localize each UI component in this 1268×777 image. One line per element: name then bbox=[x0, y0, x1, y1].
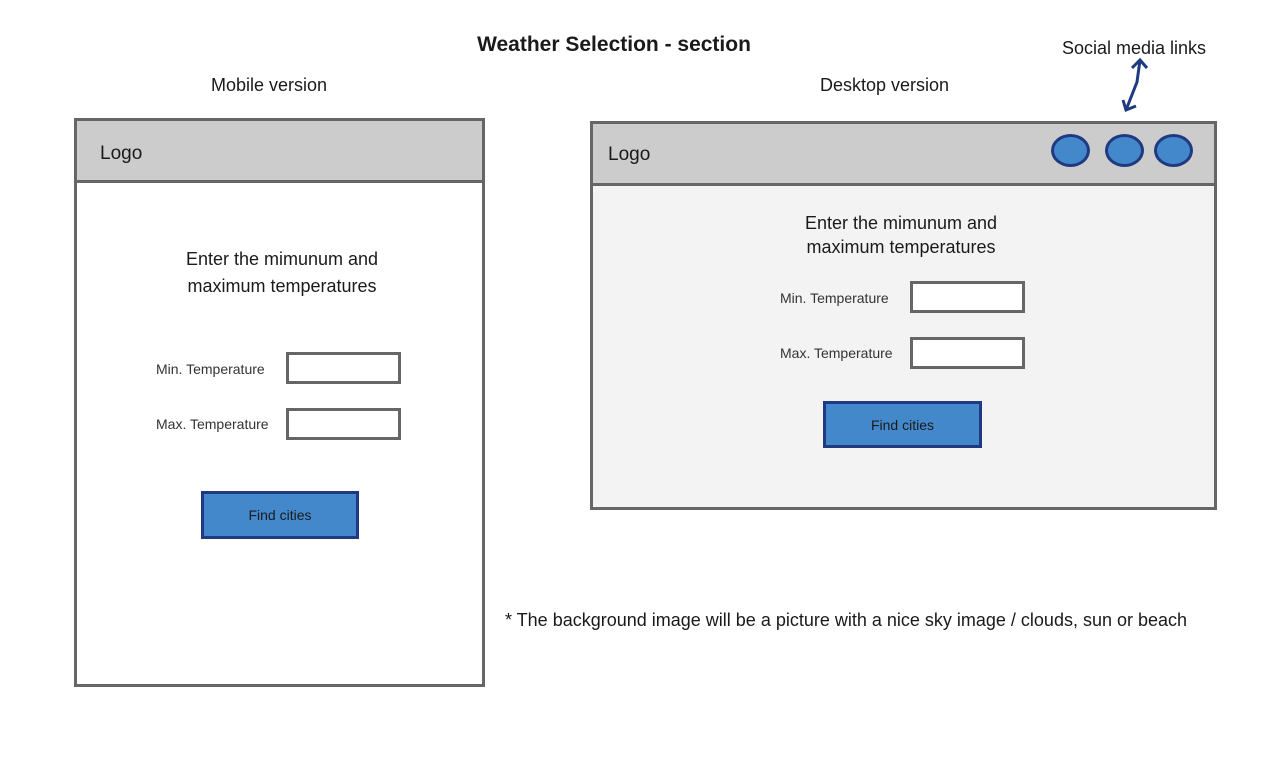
mobile-header: Logo bbox=[77, 121, 482, 183]
find-cities-button[interactable]: Find cities bbox=[201, 491, 359, 539]
mobile-version-label: Mobile version bbox=[211, 75, 328, 95]
diagram-title: Weather Selection - section bbox=[477, 33, 751, 56]
heading-line: maximum temperatures bbox=[187, 276, 377, 296]
min-temperature-input[interactable] bbox=[286, 352, 401, 384]
max-temperature-input[interactable] bbox=[910, 337, 1025, 369]
mobile-wireframe: Logo Enter the mimunum and maximum tempe… bbox=[74, 118, 485, 687]
find-cities-button[interactable]: Find cities bbox=[823, 401, 982, 448]
min-temperature-label: Min. Temperature bbox=[156, 361, 265, 377]
social-link-icon[interactable] bbox=[1105, 134, 1144, 167]
desktop-wireframe: Logo Enter the mimunum and maximum tempe… bbox=[590, 121, 1217, 510]
mobile-logo: Logo bbox=[100, 143, 143, 164]
heading-line: Enter the mimunum and bbox=[804, 213, 998, 233]
annotation-arrow-icon bbox=[1121, 57, 1149, 113]
max-temperature-label: Max. Temperature bbox=[780, 345, 893, 361]
social-link-icon[interactable] bbox=[1154, 134, 1193, 167]
max-temperature-input[interactable] bbox=[286, 408, 401, 440]
heading-line: maximum temperatures bbox=[806, 237, 996, 257]
max-temperature-label: Max. Temperature bbox=[156, 416, 269, 432]
heading-line: Enter the mimunum and bbox=[185, 249, 379, 269]
min-temperature-input[interactable] bbox=[910, 281, 1025, 313]
desktop-version-label: Desktop version bbox=[820, 75, 950, 95]
desktop-header: Logo bbox=[593, 124, 1214, 186]
background-note: * The background image will be a picture… bbox=[505, 610, 1188, 630]
social-link-icon[interactable] bbox=[1051, 134, 1090, 167]
desktop-heading: Enter the mimunum and maximum temperatur… bbox=[788, 211, 1014, 259]
min-temperature-label: Min. Temperature bbox=[780, 290, 889, 306]
mobile-heading: Enter the mimunum and maximum temperatur… bbox=[77, 246, 487, 300]
desktop-logo: Logo bbox=[608, 144, 651, 165]
